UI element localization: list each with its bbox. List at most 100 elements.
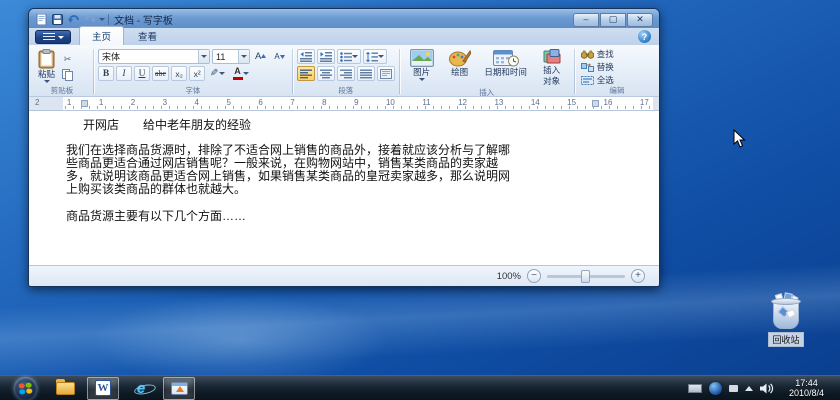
recycle-bin-label: 回收站 xyxy=(768,332,803,347)
wordpad-window: 文档 - 写字板 – ▢ ✕ 主页 查看 ? 粘贴 xyxy=(28,8,660,287)
line-spacing-icon xyxy=(366,52,378,62)
replace-icon xyxy=(581,63,594,72)
app-menu-button[interactable] xyxy=(35,30,71,44)
minimize-button[interactable]: – xyxy=(573,13,599,27)
line-spacing-button[interactable] xyxy=(363,49,387,64)
justify-button[interactable] xyxy=(357,66,375,81)
align-center-icon xyxy=(320,69,332,79)
taskbar-ie-button[interactable]: e xyxy=(125,377,157,400)
select-all-button[interactable]: 全选 xyxy=(581,74,614,86)
strikethrough-button[interactable]: abe xyxy=(152,66,169,81)
align-center-button[interactable] xyxy=(317,66,335,81)
close-button[interactable]: ✕ xyxy=(627,13,653,27)
recycle-bin[interactable]: 回收站 xyxy=(755,296,817,347)
font-size-combo[interactable]: 11 xyxy=(212,49,250,64)
paragraph-dialog-button[interactable] xyxy=(377,66,395,81)
left-margin-marker[interactable] xyxy=(81,100,88,107)
superscript-button[interactable]: x² xyxy=(189,66,205,81)
underline-button[interactable]: U xyxy=(134,66,150,81)
zoom-level: 100% xyxy=(497,271,521,282)
recycle-bin-icon[interactable] xyxy=(770,296,802,330)
copy-icon[interactable] xyxy=(60,68,75,81)
shrink-font-button[interactable]: A xyxy=(271,49,287,64)
decrease-indent-button[interactable] xyxy=(297,49,315,64)
zoom-in-button[interactable]: + xyxy=(631,269,645,283)
tab-home[interactable]: 主页 xyxy=(79,26,124,45)
font-name-dropdown-icon[interactable] xyxy=(198,50,209,63)
ruler-number: 8 xyxy=(322,98,326,108)
bold-button[interactable]: B xyxy=(98,66,114,81)
group-separator xyxy=(574,49,575,94)
paste-label: 粘贴 xyxy=(38,70,55,80)
clipboard-group: 粘贴 ✂ 剪贴板 xyxy=(33,47,91,96)
insert-drawing-label: 绘图 xyxy=(451,68,468,78)
replace-button[interactable]: 替换 xyxy=(581,61,614,73)
window-title: 文档 - 写字板 xyxy=(114,12,173,27)
subscript-button[interactable]: x₂ xyxy=(171,66,187,81)
undo-icon[interactable] xyxy=(67,14,80,26)
paste-button[interactable]: 粘贴 xyxy=(35,48,58,86)
clipboard-icon xyxy=(38,49,55,69)
font-color-button[interactable]: A xyxy=(230,66,252,81)
increase-indent-button[interactable] xyxy=(317,49,335,64)
find-label: 查找 xyxy=(597,48,614,60)
font-size-dropdown-icon[interactable] xyxy=(238,50,249,63)
group-separator xyxy=(399,49,400,94)
zoom-slider-thumb[interactable] xyxy=(581,270,590,283)
help-button[interactable]: ? xyxy=(638,30,651,43)
insert-object-label-1: 插入 xyxy=(543,66,560,76)
qat-dropdown-icon[interactable] xyxy=(99,18,105,21)
taskbar-explorer-button[interactable] xyxy=(49,377,81,400)
font-name-combo[interactable]: 宋体 xyxy=(98,49,210,64)
title-bar[interactable]: 文档 - 写字板 – ▢ ✕ xyxy=(29,9,659,28)
insert-drawing-button[interactable]: 绘图 xyxy=(442,48,478,88)
highlight-color-button[interactable]: ✎ xyxy=(207,66,227,81)
cut-icon[interactable]: ✂ xyxy=(60,53,75,66)
redo-icon[interactable] xyxy=(83,14,96,26)
wordpad-taskbar-icon xyxy=(171,382,188,395)
insert-group: 图片 绘图 日期和时间 插入 对象 xyxy=(402,47,572,96)
align-left-icon xyxy=(300,69,312,79)
tray-network-icon[interactable] xyxy=(729,385,738,392)
tab-view[interactable]: 查看 xyxy=(126,27,169,45)
grow-font-button[interactable]: A xyxy=(252,49,269,64)
insert-picture-label: 图片 xyxy=(413,68,430,78)
tray-app-icon[interactable] xyxy=(709,382,722,395)
word-icon: W xyxy=(95,380,111,396)
insert-picture-button[interactable]: 图片 xyxy=(404,48,440,88)
folder-icon xyxy=(56,382,75,395)
wallpaper-glow xyxy=(90,295,390,385)
zoom-slider[interactable] xyxy=(547,275,625,278)
show-hidden-icons-button[interactable] xyxy=(745,386,753,391)
ruler-number: 11 xyxy=(422,98,430,108)
list-button[interactable] xyxy=(337,49,361,64)
insert-object-button[interactable]: 插入 对象 xyxy=(534,48,570,88)
window-controls: – ▢ ✕ xyxy=(573,13,653,27)
zoom-out-button[interactable]: − xyxy=(527,269,541,283)
taskbar-wordpad-button[interactable] xyxy=(163,377,195,400)
bin-rim xyxy=(771,298,801,305)
align-right-button[interactable] xyxy=(337,66,355,81)
taskbar-word-button[interactable]: W xyxy=(87,377,119,400)
align-left-button[interactable] xyxy=(297,66,315,81)
increase-indent-icon xyxy=(320,52,332,62)
ruler-number: 10 xyxy=(386,98,395,108)
save-icon[interactable] xyxy=(51,14,64,26)
paint-drawing-icon xyxy=(449,49,471,67)
italic-button[interactable]: I xyxy=(116,66,132,81)
ruler-number: 6 xyxy=(258,98,262,108)
ruler[interactable]: 211234567891011121314151617 xyxy=(29,97,659,111)
wordpad-app-icon[interactable] xyxy=(35,14,48,26)
input-method-icon[interactable] xyxy=(688,384,702,393)
start-button[interactable] xyxy=(14,377,37,400)
ruler-number: 16 xyxy=(604,98,613,108)
insert-datetime-button[interactable]: 日期和时间 xyxy=(480,48,532,88)
find-button[interactable]: 查找 xyxy=(581,48,614,60)
right-margin-marker[interactable] xyxy=(592,100,599,107)
insert-picture-caret-icon xyxy=(419,78,425,81)
taskbar-clock[interactable]: 17:44 2010/8/4 xyxy=(781,378,832,398)
volume-icon[interactable] xyxy=(760,383,774,394)
quick-access-toolbar xyxy=(35,14,105,26)
document-area[interactable]: 开网店 给中老年朋友的经验 我们在选择商品货源时，排除了不适合网上销售的商品外，… xyxy=(29,111,659,265)
maximize-button[interactable]: ▢ xyxy=(600,13,626,27)
